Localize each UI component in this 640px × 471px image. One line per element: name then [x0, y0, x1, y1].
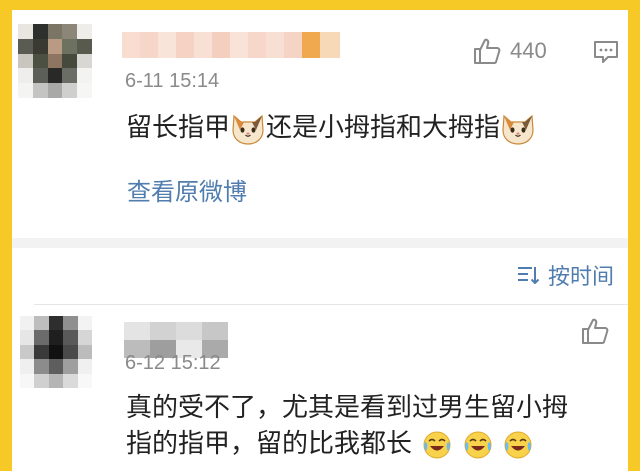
comment-text-part: 留长指甲: [126, 113, 231, 143]
username[interactable]: [122, 32, 340, 58]
like-count: 440: [510, 38, 547, 63]
like-button[interactable]: 440: [472, 36, 547, 66]
laughing-crying-emoji: [423, 431, 451, 458]
cat-face-emoji: [502, 114, 534, 145]
reply-button[interactable]: [592, 38, 620, 70]
laughing-crying-emoji: [464, 431, 492, 458]
comment-text: 真的受不了，尤其是看到过男生留小拇 指的指甲，留的比我都长: [126, 390, 606, 462]
sort-icon: [517, 267, 540, 284]
comment-text-part: 指的指甲，留的比我都长: [126, 429, 413, 459]
comment-timestamp: 6-12 15:12: [125, 352, 221, 374]
divider: [34, 304, 628, 305]
sort-by-time-button[interactable]: 按时间: [516, 259, 614, 291]
thumbs-up-icon: [582, 318, 609, 344]
cat-face-emoji: [232, 114, 264, 145]
sort-bar: 按时间: [12, 248, 628, 298]
section-separator: [12, 238, 628, 248]
like-button[interactable]: [580, 316, 610, 346]
comment-panel: 6-11 15:14 440 留长指甲 还是小拇指和大拇指 查看原微博 按时间 …: [12, 10, 628, 471]
laughing-crying-emoji: [504, 431, 532, 458]
thumbs-up-icon: [474, 38, 501, 64]
comment-item: 6-11 15:14 440 留长指甲 还是小拇指和大拇指 查看原微博: [12, 10, 628, 238]
comment-text-line: 真的受不了，尤其是看到过男生留小拇: [126, 393, 569, 423]
comment-reply-icon: [594, 41, 618, 63]
comment-text-part: 还是小拇指和大拇指: [266, 113, 501, 143]
sort-label: 按时间: [547, 265, 614, 290]
comment-text: 留长指甲 还是小拇指和大拇指: [126, 110, 536, 146]
comment-text-line: 指的指甲，留的比我都长: [126, 426, 606, 462]
comment-timestamp: 6-11 15:14: [125, 70, 220, 92]
avatar[interactable]: [18, 24, 92, 98]
avatar[interactable]: [20, 316, 92, 388]
view-original-link[interactable]: 查看原微博: [127, 172, 247, 207]
